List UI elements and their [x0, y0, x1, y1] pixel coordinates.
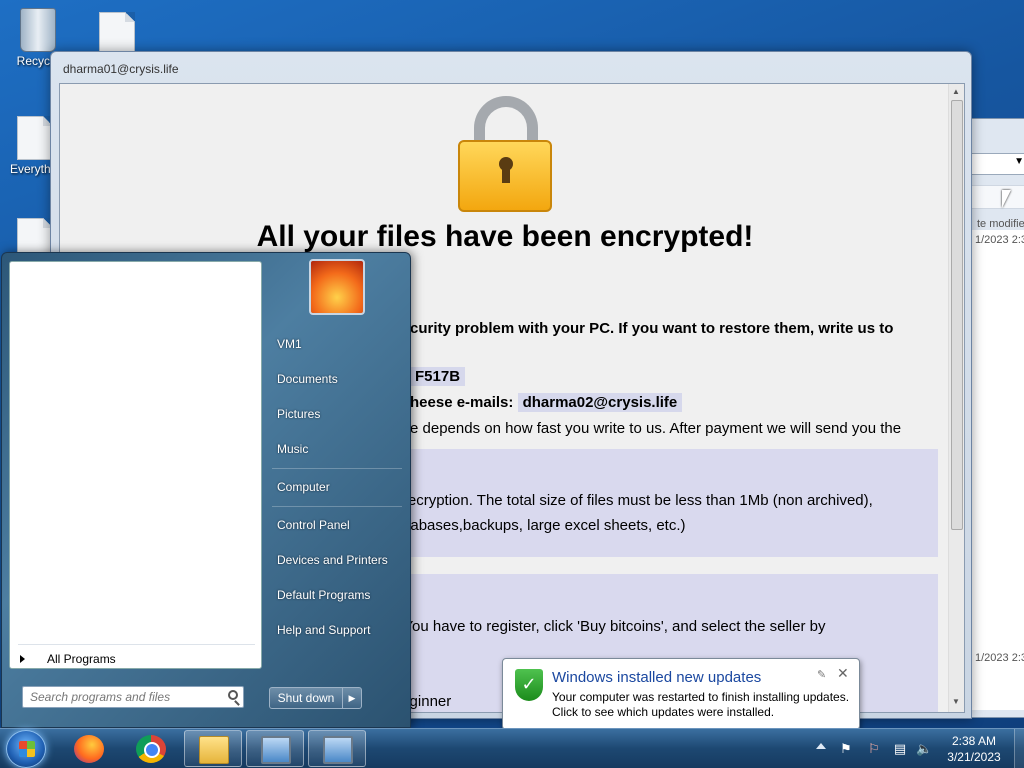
notification-text: Your computer was restarted to finish in…	[552, 690, 849, 720]
network-monitor-icon	[323, 736, 353, 764]
victim-id-value: F517B	[410, 367, 466, 386]
all-programs-label: All Programs	[47, 652, 116, 666]
start-item-default-programs[interactable]: Default Programs	[277, 588, 370, 602]
recycle-bin-icon	[20, 8, 56, 52]
clock-date: 3/21/2023	[947, 750, 1001, 764]
show-hidden-icons-button[interactable]	[816, 743, 826, 749]
start-item-documents[interactable]: Documents	[277, 372, 338, 386]
chevron-right-icon	[20, 655, 25, 663]
search-input[interactable]: Search programs and files	[22, 686, 244, 708]
start-item-control-panel[interactable]: Control Panel	[277, 518, 350, 532]
user-avatar[interactable]	[309, 259, 365, 315]
scrollbar-thumb[interactable]	[951, 100, 963, 530]
divider	[272, 506, 402, 507]
options-icon[interactable]: ✎	[817, 668, 826, 681]
search-placeholder: Search programs and files	[30, 690, 171, 704]
start-item-computer[interactable]: Computer	[277, 480, 330, 494]
taskbar-app-1[interactable]	[246, 730, 304, 767]
search-icon[interactable]	[228, 690, 238, 700]
all-programs-item[interactable]: All Programs	[20, 652, 116, 666]
start-button[interactable]	[6, 730, 46, 768]
mouse-cursor-icon	[1002, 190, 1011, 208]
windows-logo-icon	[19, 741, 35, 757]
system-clock[interactable]: 2:38 AM 3/21/2023	[942, 733, 1006, 765]
email-address: dharma02@crysis.life	[517, 393, 683, 412]
shutdown-button[interactable]: Shut down	[269, 687, 343, 709]
scroll-up-icon[interactable]: ▲	[952, 87, 960, 96]
start-item-user[interactable]: VM1	[277, 337, 302, 351]
taskbar-explorer[interactable]	[184, 730, 242, 767]
chevron-right-icon: ▶	[348, 693, 356, 703]
start-item-devices-printers[interactable]: Devices and Printers	[277, 553, 388, 567]
taskbar-app-2[interactable]	[308, 730, 366, 767]
taskbar-firefox[interactable]	[60, 730, 118, 767]
file-icon	[99, 12, 135, 56]
start-menu-programs-pane: All Programs	[9, 261, 262, 669]
update-notification-balloon[interactable]: ✓ Windows installed new updates Your com…	[502, 658, 860, 743]
start-item-music[interactable]: Music	[277, 442, 308, 456]
window-title: dharma01@crysis.life	[63, 62, 179, 76]
windows-update-shield-icon: ✓	[515, 669, 543, 701]
windows-update-tray-icon[interactable]: ⚑	[838, 741, 854, 757]
notification-line: Your computer was restarted to finish in…	[552, 690, 850, 704]
taskbar: ⚑ ⚐ ▤ 🔈 2:38 AM 3/21/2023	[0, 728, 1024, 768]
start-item-help-support[interactable]: Help and Support	[277, 623, 370, 637]
scroll-down-icon[interactable]: ▼	[952, 697, 960, 706]
padlock-icon	[458, 96, 554, 212]
start-item-pictures[interactable]: Pictures	[277, 407, 320, 421]
notification-title: Windows installed new updates	[552, 669, 762, 686]
show-desktop-button[interactable]	[1014, 729, 1024, 768]
chrome-icon	[136, 735, 166, 763]
action-center-icon[interactable]: ⚐	[866, 741, 882, 757]
note-line: ns site. You have to register, click 'Bu…	[352, 618, 826, 635]
volume-muted-icon[interactable]: 🔈	[916, 741, 932, 757]
vertical-scrollbar[interactable]: ▲ ▼	[948, 84, 964, 712]
close-icon[interactable]: ✕	[837, 665, 849, 682]
chevron-down-icon[interactable]: ▼	[1014, 156, 1024, 167]
victim-id: F517B	[410, 367, 466, 386]
start-menu[interactable]: All Programs Search programs and files V…	[1, 252, 411, 728]
note-line: e depends on how fast you write to us. A…	[410, 420, 902, 437]
divider	[18, 644, 255, 645]
note-line: or free decryption. The total size of fi…	[352, 492, 873, 509]
network-monitor-icon	[261, 736, 291, 764]
firefox-icon	[74, 735, 104, 763]
shutdown-options-button[interactable]: ▶	[342, 687, 362, 709]
file-icon	[17, 116, 53, 160]
note-line: curity problem with your PC. If you want…	[410, 320, 894, 337]
divider	[272, 468, 402, 469]
email-prefix: heese e-mails:	[410, 394, 514, 411]
headline: All your files have been encrypted!	[256, 220, 754, 253]
notification-line: Click to see which updates were installe…	[552, 705, 775, 719]
taskbar-chrome[interactable]	[122, 730, 180, 767]
explorer-folder-icon	[199, 736, 229, 764]
network-icon[interactable]: ▤	[892, 741, 908, 757]
email-line: heese e-mails: dharma02@crysis.life	[410, 393, 683, 412]
clock-time: 2:38 AM	[951, 734, 997, 748]
